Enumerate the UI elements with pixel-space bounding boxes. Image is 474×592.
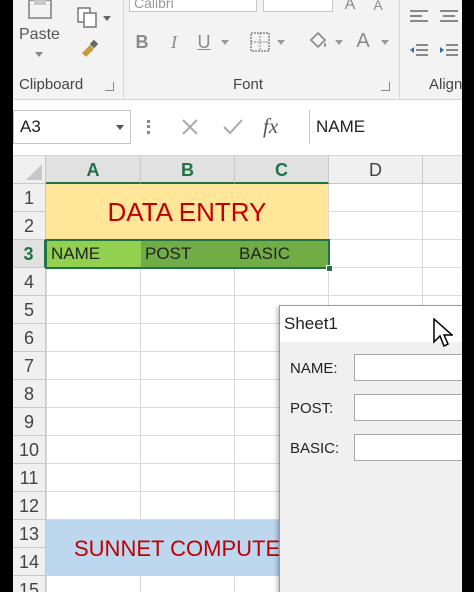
row-header-1[interactable]: 1 <box>13 184 46 212</box>
selection-border <box>45 239 330 269</box>
underline-button[interactable]: U <box>193 30 215 54</box>
basic-label: BASIC: <box>290 440 340 457</box>
font-group-label: Font <box>233 76 264 93</box>
align-top-icon[interactable] <box>409 8 429 24</box>
formula-bar-handle-icon[interactable] <box>147 120 150 134</box>
title-cell[interactable]: DATA ENTRY <box>46 184 329 240</box>
format-painter-icon[interactable] <box>77 38 101 60</box>
name-box-value: A3 <box>20 117 41 136</box>
row-header-9[interactable]: 9 <box>13 408 46 436</box>
paste-dropdown-icon[interactable] <box>35 52 43 57</box>
insert-function-icon[interactable]: fx <box>263 114 278 139</box>
decrease-font-size-icon[interactable]: A <box>367 0 389 10</box>
row-header-4[interactable]: 4 <box>13 268 46 296</box>
select-all-corner[interactable] <box>13 156 46 184</box>
column-header-c[interactable]: C <box>235 156 329 184</box>
copy-icon[interactable] <box>75 6 101 30</box>
borders-icon[interactable] <box>247 30 273 54</box>
bold-button[interactable]: B <box>131 30 153 54</box>
post-input[interactable] <box>354 394 462 421</box>
formula-bar: A3 fx NAME <box>13 100 462 156</box>
font-color-dropdown-icon[interactable] <box>381 40 389 45</box>
row-header-10[interactable]: 10 <box>13 436 46 464</box>
alignment-group-label: Align <box>429 76 462 93</box>
copy-dropdown-icon[interactable] <box>103 16 111 21</box>
row-header-15[interactable]: 15 <box>13 576 46 592</box>
clipboard-dialog-launcher-icon[interactable] <box>105 82 114 91</box>
row-header-7[interactable]: 7 <box>13 352 46 380</box>
column-header-a[interactable]: A <box>46 156 141 184</box>
row-header-5[interactable]: 5 <box>13 296 46 324</box>
clipboard-group-label: Clipboard <box>19 76 84 93</box>
decrease-indent-icon[interactable] <box>409 42 429 58</box>
column-header-d[interactable]: D <box>329 156 423 184</box>
basic-input[interactable] <box>354 434 462 461</box>
font-name-box[interactable]: Calibri <box>129 0 257 12</box>
row-header-12[interactable]: 12 <box>13 492 46 520</box>
font-color-icon[interactable]: A <box>351 28 375 54</box>
italic-button[interactable]: I <box>163 30 185 54</box>
name-input[interactable] <box>354 354 462 381</box>
font-dialog-launcher-icon[interactable] <box>381 82 390 91</box>
column-header-b[interactable]: B <box>141 156 235 184</box>
excel-window: Paste Clipboard Calibri A A B I U A Font <box>13 0 462 592</box>
paste-icon[interactable] <box>23 0 57 20</box>
column-header-e[interactable] <box>423 156 462 184</box>
name-box-dropdown-icon[interactable] <box>116 125 124 130</box>
row-header-13[interactable]: 13 <box>13 520 46 548</box>
borders-dropdown-icon[interactable] <box>277 40 285 45</box>
font-size-box[interactable] <box>263 0 333 12</box>
group-divider <box>123 0 124 98</box>
row-header-8[interactable]: 8 <box>13 380 46 408</box>
banner-cell[interactable]: SUNNET COMPUTE <box>46 520 306 576</box>
increase-font-size-icon[interactable]: A <box>339 0 361 10</box>
cancel-icon[interactable] <box>179 116 201 138</box>
ribbon: Paste Clipboard Calibri A A B I U A Font <box>13 0 462 100</box>
group-divider <box>399 0 400 98</box>
fill-color-icon[interactable] <box>305 28 331 54</box>
mouse-pointer-icon <box>433 317 454 353</box>
formula-input[interactable]: NAME <box>309 110 462 144</box>
increase-indent-icon[interactable] <box>439 42 459 58</box>
name-label: NAME: <box>290 360 338 377</box>
enter-icon[interactable] <box>221 116 245 138</box>
paste-button[interactable]: Paste <box>19 26 60 44</box>
name-box[interactable]: A3 <box>13 110 131 144</box>
row-header-3[interactable]: 3 <box>13 240 46 268</box>
underline-dropdown-icon[interactable] <box>221 40 229 45</box>
row-header-2[interactable]: 2 <box>13 212 46 240</box>
align-middle-icon[interactable] <box>439 8 459 24</box>
fill-handle[interactable] <box>326 265 333 272</box>
row-header-6[interactable]: 6 <box>13 324 46 352</box>
post-label: POST: <box>290 400 334 417</box>
row-header-11[interactable]: 11 <box>13 464 46 492</box>
row-header-14[interactable]: 14 <box>13 548 46 576</box>
banner-text: SUNNET COMPUTE <box>74 536 281 561</box>
fill-color-dropdown-icon[interactable] <box>335 40 343 45</box>
